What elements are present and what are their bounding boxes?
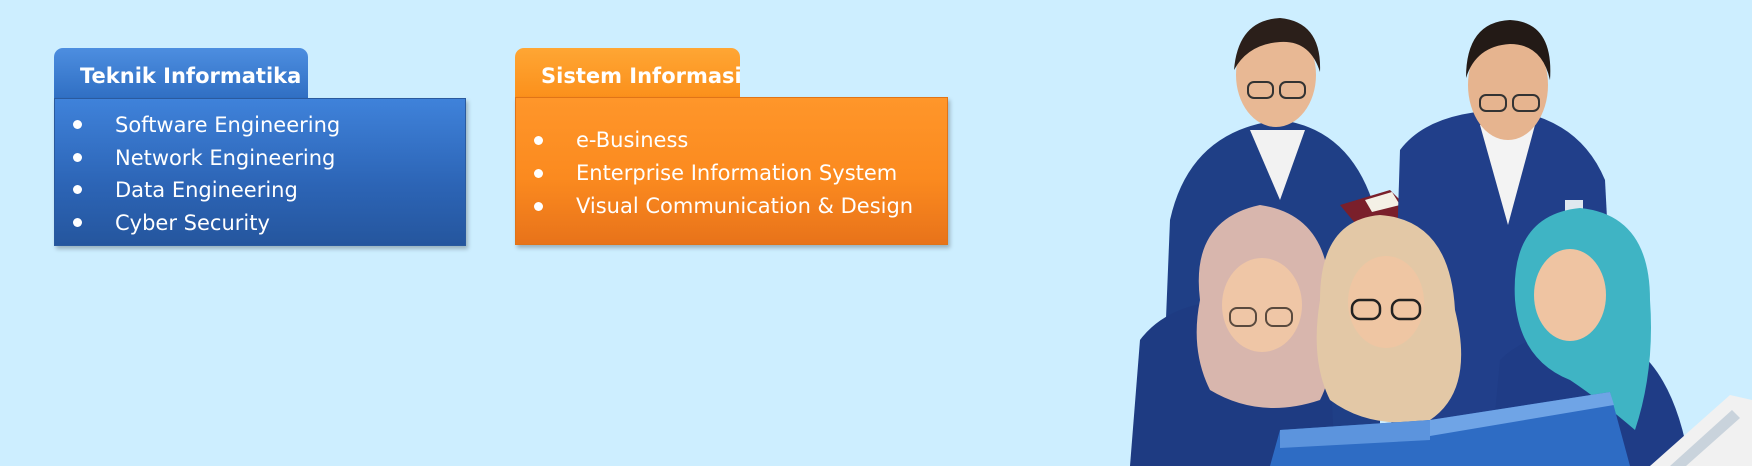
students-group-photo [1130, 18, 1752, 466]
study-program-card-sistem-informasi: Sistem Informasi e-Business Enterprise I… [515, 48, 948, 248]
concentration-list-panel: Software Engineering Network Engineering… [54, 98, 466, 246]
bullet-icon [534, 202, 543, 211]
list-item: Software Engineering [73, 109, 465, 142]
bullet-icon [73, 152, 82, 162]
concentration-list: Software Engineering Network Engineering… [55, 99, 465, 239]
list-item: Cyber Security [73, 207, 465, 240]
bullet-icon [534, 169, 543, 178]
card-title-sistem-informasi: Sistem Informasi [515, 48, 742, 100]
concentration-list: e-Business Enterprise Information System… [516, 98, 947, 223]
list-item: Data Engineering [73, 174, 465, 207]
list-item: Network Engineering [73, 142, 465, 175]
list-item: e-Business [534, 124, 947, 157]
bullet-icon [73, 120, 82, 129]
bullet-icon [534, 136, 543, 145]
concentration-list-panel: e-Business Enterprise Information System… [515, 97, 948, 245]
card-title-teknik-informatika: Teknik Informatika [54, 48, 308, 100]
study-program-card-teknik-informatika: Teknik Informatika Software Engineering … [54, 48, 466, 248]
list-item: Visual Communication & Design [534, 190, 947, 223]
student-front-left [1130, 205, 1335, 466]
bullet-icon [73, 217, 82, 227]
bullet-icon [73, 185, 82, 194]
list-item: Enterprise Information System [534, 157, 947, 190]
